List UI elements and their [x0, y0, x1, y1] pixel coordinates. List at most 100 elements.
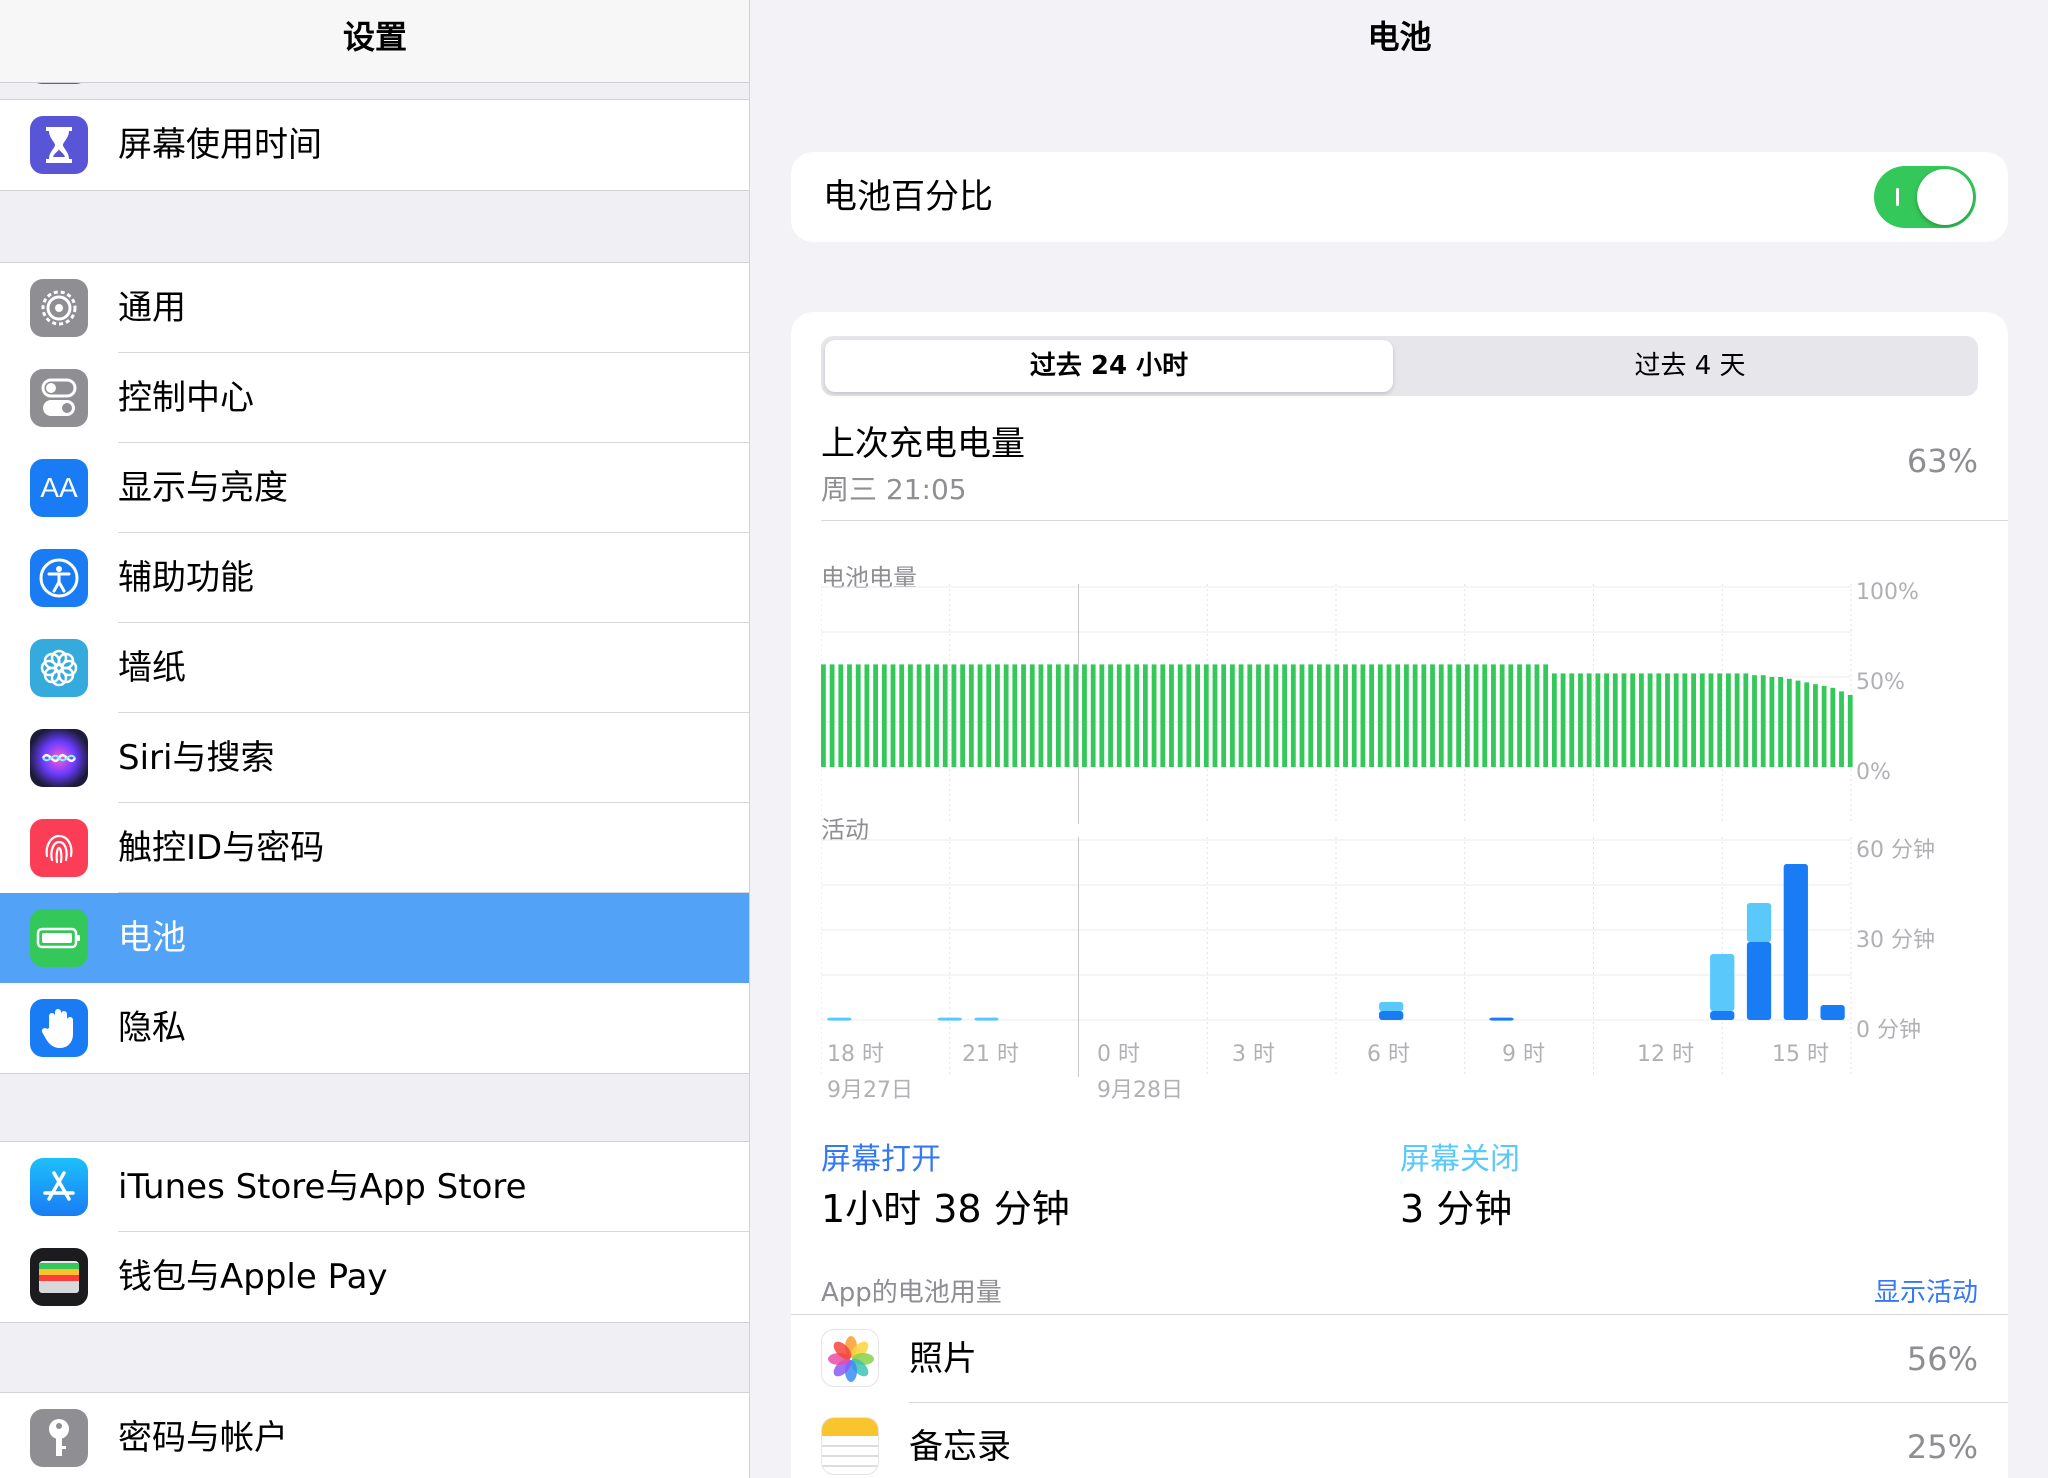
battery-level-bar — [821, 664, 826, 767]
hand-icon — [30, 999, 88, 1057]
sidebar-item-passwords[interactable]: 密码与帐户 — [0, 1393, 749, 1478]
screen-off-bar — [1746, 903, 1772, 942]
battery-level-bar — [1491, 664, 1496, 767]
time-range-segmented-control: 过去 24 小时 过去 4 天 — [821, 336, 1978, 396]
battery-level-bar — [1169, 664, 1174, 767]
sidebar-item-label: 屏幕使用时间 — [118, 125, 322, 165]
battery-level-bar — [1029, 664, 1035, 767]
gear-icon — [30, 279, 88, 337]
sidebar-item-display-brightness[interactable]: AA 显示与亮度 — [0, 443, 749, 533]
activity-x-tick: 21 时 — [962, 1042, 1019, 1067]
sidebar-item-control-center[interactable]: 控制中心 — [0, 353, 749, 443]
divider — [821, 520, 2008, 521]
battery-level-bar — [1099, 664, 1105, 767]
battery-level-bar — [1142, 664, 1148, 767]
battery-level-bar — [1038, 664, 1044, 767]
battery-level-bar — [1813, 684, 1818, 767]
sidebar-item-label: 墙纸 — [118, 648, 186, 688]
battery-level-bar — [1386, 664, 1392, 767]
app-usage-row[interactable]: 照片 56% — [791, 1315, 2008, 1403]
battery-level-bar — [1047, 664, 1053, 767]
battery-level-bar — [1134, 664, 1140, 767]
battery-level-bar — [1621, 673, 1627, 767]
battery-level-bar — [1708, 673, 1714, 767]
battery-level-bar — [1160, 664, 1166, 767]
tab-last-24-hours[interactable]: 过去 24 小时 — [825, 340, 1393, 392]
battery-level-bar — [1473, 664, 1479, 767]
battery-level-bar — [1082, 664, 1087, 767]
toggles-icon — [30, 369, 88, 427]
battery-level-bar — [1203, 664, 1209, 767]
battery-level-bar — [1578, 673, 1583, 767]
sidebar-item-label: Siri与搜索 — [118, 738, 275, 778]
battery-level-bar — [1543, 664, 1549, 767]
battery-level-bar — [1456, 664, 1462, 767]
screen-off-bar — [827, 1017, 852, 1021]
sidebar-item-app-store[interactable]: iTunes Store与App Store — [0, 1142, 749, 1232]
sidebar-title: 设置 — [342, 18, 407, 56]
battery-level-bar — [1177, 664, 1183, 767]
battery-y-tick: 0% — [1856, 760, 1891, 785]
screen-off-value: 3 分钟 — [1400, 1187, 1513, 1231]
photos-icon — [821, 1329, 879, 1387]
notes-icon — [821, 1417, 879, 1475]
app-usage-row[interactable]: 备忘录 25% — [791, 1403, 2008, 1478]
battery-level-bar — [1395, 664, 1401, 767]
sidebar-item-wallet[interactable]: 钱包与Apple Pay — [0, 1232, 749, 1322]
tab-last-4-days[interactable]: 过去 4 天 — [1406, 340, 1974, 392]
battery-level-bar — [1778, 677, 1784, 767]
battery-level-bar — [1551, 673, 1557, 767]
battery-level-bar — [1430, 664, 1435, 767]
sidebar-item-screen-time[interactable]: 屏幕使用时间 — [0, 100, 749, 190]
battery-y-tick: 50% — [1856, 670, 1905, 695]
show-activity-link[interactable]: 显示活动 — [1874, 1272, 1978, 1309]
sidebar-item-label: iTunes Store与App Store — [118, 1167, 527, 1207]
battery-level-bar — [1317, 664, 1322, 767]
battery-level-bar — [1064, 664, 1070, 767]
battery-level-bar — [1404, 664, 1409, 767]
battery-level-bar — [1508, 664, 1514, 767]
sidebar-item-accessibility[interactable]: 辅助功能 — [0, 533, 749, 623]
battery-level-bar — [968, 664, 974, 767]
sidebar-group: 屏幕使用时间 — [0, 99, 749, 191]
battery-level-bar — [1334, 664, 1340, 767]
screen-off-label: 屏幕关闭 — [1400, 1142, 1520, 1177]
sidebar-item-privacy[interactable]: 隐私 — [0, 983, 749, 1073]
settings-sidebar: 设置 屏幕使用时间 通用 控制中心 AA 显示与亮度 辅助功能 墙纸 Siri与… — [0, 0, 750, 1478]
battery-level-bar — [1734, 673, 1740, 767]
siri-icon — [30, 729, 88, 787]
flower-icon — [30, 639, 88, 697]
battery-level-bar — [1351, 664, 1357, 767]
battery-level-bar — [881, 664, 887, 767]
sidebar-item-label: 隐私 — [118, 1008, 186, 1048]
text-size-icon: AA — [30, 459, 88, 517]
battery-level-bar — [934, 664, 939, 767]
screen-on-bar — [1489, 1017, 1514, 1021]
battery-level-bar — [1108, 664, 1113, 767]
battery-level-bar — [1586, 673, 1592, 767]
screen-off-bar — [937, 1017, 962, 1021]
battery-level-bar — [1438, 664, 1444, 767]
sidebar-item-siri-search[interactable]: Siri与搜索 — [0, 713, 749, 803]
battery-level-bar — [1282, 664, 1288, 767]
app-battery-usage-header: App的电池用量 — [821, 1278, 1002, 1308]
battery-level-bar — [1847, 695, 1853, 767]
sidebar-item-battery[interactable]: 电池 — [0, 893, 749, 983]
sidebar-item-wallpaper[interactable]: 墙纸 — [0, 623, 749, 713]
battery-level-bar — [890, 664, 896, 767]
battery-level-bar — [1665, 673, 1670, 767]
screen-on-bar — [1746, 942, 1772, 1020]
activity-x-tick: 15 时 — [1772, 1042, 1829, 1067]
battery-level-bar — [1699, 673, 1705, 767]
battery-level-bar — [925, 664, 931, 767]
battery-level-bar — [995, 664, 1000, 767]
battery-y-tick: 100% — [1856, 580, 1919, 605]
battery-level-bar — [1560, 673, 1566, 767]
sidebar-item-general[interactable]: 通用 — [0, 263, 749, 353]
sidebar-item-label: 通用 — [118, 288, 186, 328]
battery-percentage-toggle[interactable] — [1874, 166, 1976, 228]
sidebar-item-label: 控制中心 — [118, 378, 254, 418]
battery-level-bar — [1647, 673, 1653, 767]
battery-level-bar — [1725, 673, 1731, 767]
sidebar-item-touch-id[interactable]: 触控ID与密码 — [0, 803, 749, 893]
